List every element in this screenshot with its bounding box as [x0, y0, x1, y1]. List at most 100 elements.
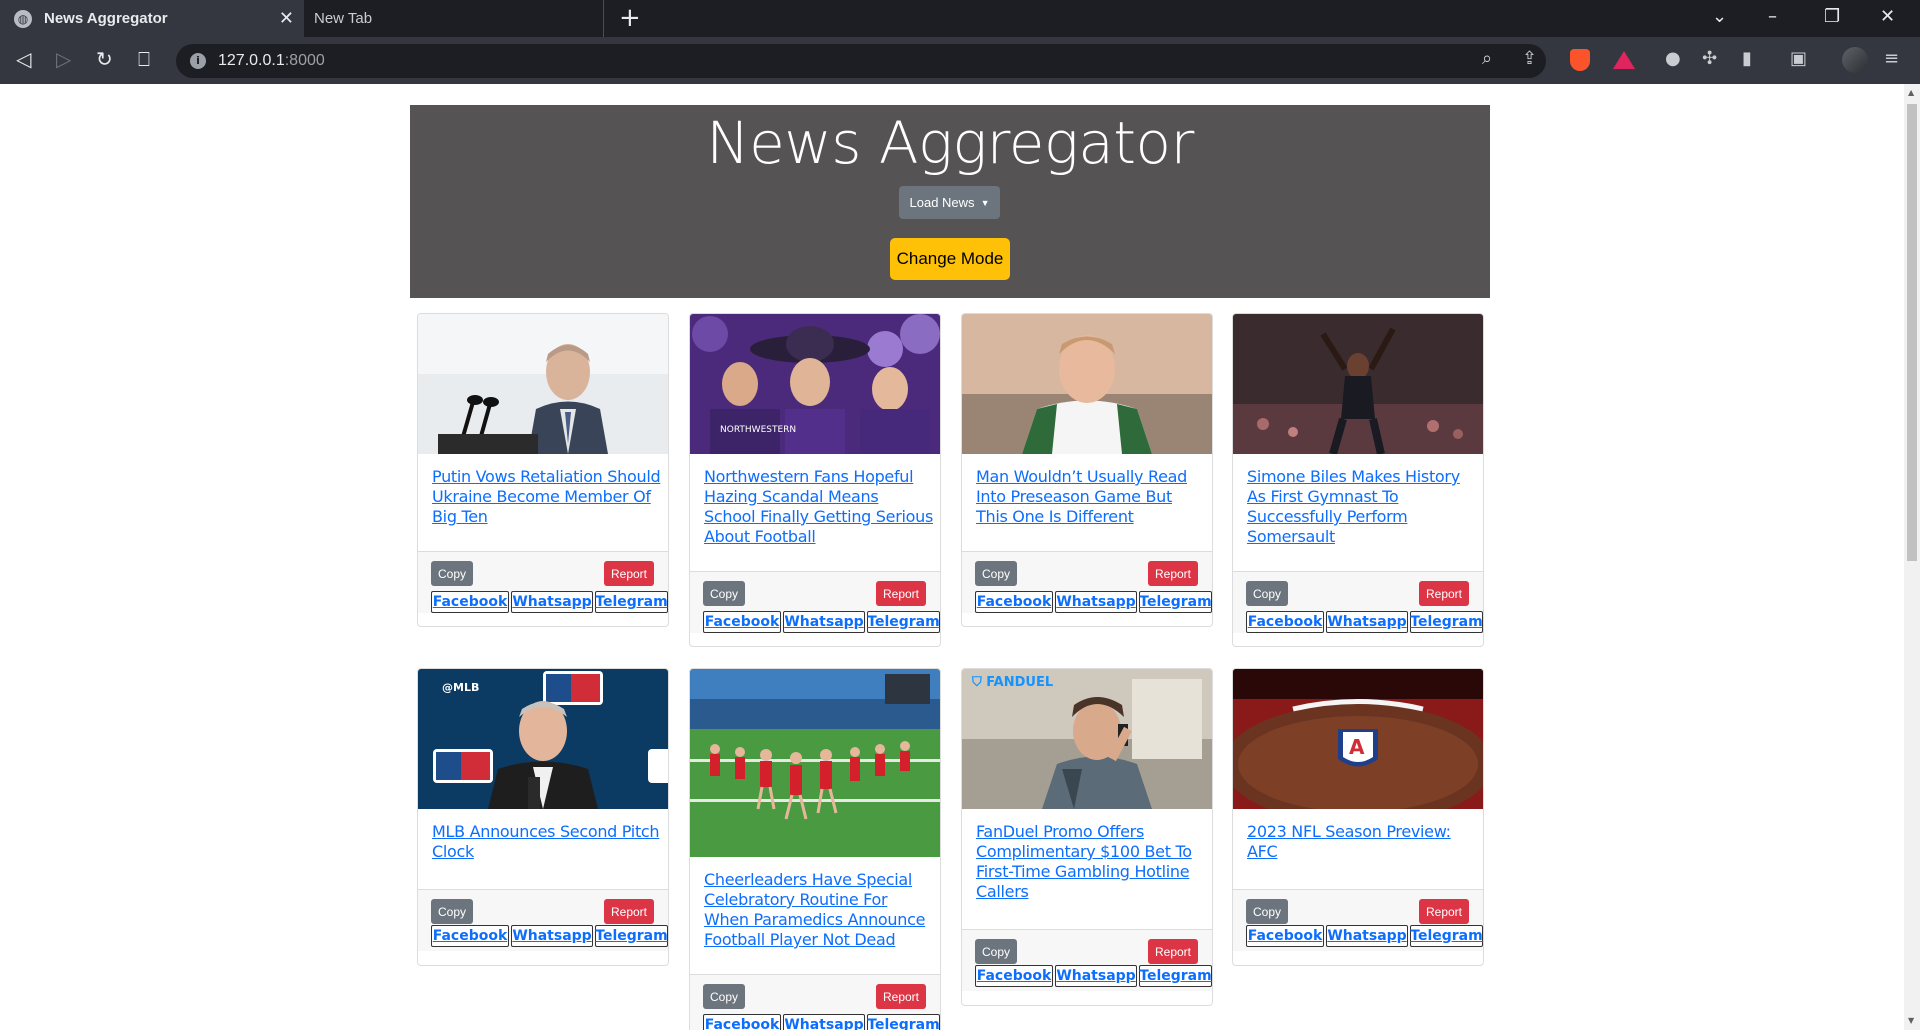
minimize-icon[interactable]: – — [1768, 6, 1777, 27]
share-whatsapp-link[interactable]: Whatsapp — [511, 925, 593, 947]
restore-icon[interactable]: ❐ — [1824, 6, 1840, 27]
tab-news-aggregator[interactable]: ◍ News Aggregator ✕ — [0, 0, 304, 37]
share-facebook-link[interactable]: Facebook — [975, 965, 1053, 987]
copy-button[interactable]: Copy — [431, 899, 473, 924]
share-facebook-link[interactable]: Facebook — [703, 611, 781, 633]
share-telegram-link[interactable]: Telegram — [867, 1014, 940, 1030]
article-link[interactable]: FanDuel Promo Offers Complimentary $100 … — [976, 822, 1206, 902]
site-header: News Aggregator Load News ▼ Change Mode — [410, 105, 1490, 298]
wallet-icon[interactable]: ▣ — [1790, 48, 1807, 69]
report-button[interactable]: Report — [1148, 561, 1198, 586]
page-scrollbar[interactable]: ▲ ▼ — [1904, 84, 1920, 1030]
nfl-football-photo[interactable]: A — [1233, 669, 1483, 809]
share-whatsapp-link[interactable]: Whatsapp — [783, 1014, 865, 1030]
news-card: Man Wouldn’t Usually Read Into Preseason… — [961, 313, 1213, 627]
article-link[interactable]: Northwestern Fans Hopeful Hazing Scandal… — [704, 467, 934, 547]
news-card: @MLB MLB Announces Second Pitch Clock Co… — [417, 668, 669, 966]
man-on-couch-photo[interactable] — [962, 314, 1212, 454]
news-card: Putin Vows Retaliation Should Ukraine Be… — [417, 313, 669, 627]
copy-button[interactable]: Copy — [703, 581, 745, 606]
page-title: News Aggregator — [706, 109, 1194, 177]
load-news-dropdown[interactable]: Load News ▼ — [899, 186, 1000, 219]
report-button[interactable]: Report — [1148, 939, 1198, 964]
article-link[interactable]: Simone Biles Makes History As First Gymn… — [1247, 467, 1477, 547]
profile-avatar[interactable] — [1842, 47, 1868, 73]
image-caption: @MLB — [442, 681, 480, 694]
share-telegram-link[interactable]: Telegram — [595, 591, 668, 613]
scroll-down-arrow-icon[interactable]: ▼ — [1908, 1016, 1914, 1025]
tab-search-chevron-icon[interactable]: ⌄ — [1712, 6, 1727, 27]
cheerleaders-photo[interactable] — [690, 669, 940, 857]
brave-shields-icon[interactable] — [1570, 49, 1590, 71]
share-whatsapp-link[interactable]: Whatsapp — [783, 611, 865, 633]
site-info-icon[interactable]: i — [190, 53, 206, 69]
tab-title: News Aggregator — [44, 10, 168, 27]
share-whatsapp-link[interactable]: Whatsapp — [1055, 591, 1137, 613]
gymnast-photo[interactable] — [1233, 314, 1483, 454]
article-link[interactable]: Putin Vows Retaliation Should Ukraine Be… — [432, 467, 662, 527]
share-whatsapp-link[interactable]: Whatsapp — [1055, 965, 1137, 987]
brave-rewards-icon[interactable] — [1613, 51, 1635, 69]
menu-icon[interactable]: ≡ — [1884, 48, 1899, 69]
article-link[interactable]: Cheerleaders Have Special Celebratory Ro… — [704, 870, 934, 950]
copy-button[interactable]: Copy — [703, 984, 745, 1009]
change-mode-button[interactable]: Change Mode — [890, 238, 1010, 280]
share-telegram-link[interactable]: Telegram — [1410, 925, 1483, 947]
new-tab-plus-icon[interactable]: + — [619, 3, 641, 33]
share-facebook-link[interactable]: Facebook — [1246, 611, 1324, 633]
extensions-icon[interactable]: ✣ — [1702, 48, 1717, 69]
tab-new-tab[interactable]: New Tab — [304, 0, 604, 37]
share-telegram-link[interactable]: Telegram — [1139, 965, 1212, 987]
sidebar-icon[interactable]: ▮ — [1742, 48, 1752, 69]
share-telegram-link[interactable]: Telegram — [595, 925, 668, 947]
copy-button[interactable]: Copy — [1246, 581, 1288, 606]
share-whatsapp-link[interactable]: Whatsapp — [1326, 925, 1408, 947]
news-card: NORTHWESTERN Northwestern Fans Hopeful H… — [689, 313, 941, 647]
scroll-up-arrow-icon[interactable]: ▲ — [1908, 88, 1914, 97]
card-footer: Copy Report Facebook Whatsapp Telegram — [962, 551, 1212, 613]
card-footer: Copy Report Facebook Whatsapp Telegram — [962, 929, 1212, 991]
zoom-icon[interactable]: ⌕ — [1482, 48, 1492, 69]
browser-tab-strip: ◍ News Aggregator ✕ New Tab + ⌄ – ❐ ✕ — [0, 0, 1920, 37]
report-button[interactable]: Report — [876, 581, 926, 606]
share-facebook-link[interactable]: Facebook — [1246, 925, 1324, 947]
report-button[interactable]: Report — [604, 561, 654, 586]
share-whatsapp-link[interactable]: Whatsapp — [1326, 611, 1408, 633]
copy-button[interactable]: Copy — [975, 561, 1017, 586]
report-button[interactable]: Report — [1419, 899, 1469, 924]
share-telegram-link[interactable]: Telegram — [1410, 611, 1483, 633]
reload-icon[interactable]: ↻ — [96, 47, 113, 71]
share-facebook-link[interactable]: Facebook — [431, 925, 509, 947]
bookmark-icon[interactable]: ⎕ — [138, 47, 150, 71]
share-facebook-link[interactable]: Facebook — [703, 1014, 781, 1030]
share-whatsapp-link[interactable]: Whatsapp — [511, 591, 593, 613]
back-icon[interactable]: ◁ — [16, 47, 31, 71]
putin-podium-photo[interactable] — [418, 314, 668, 454]
share-telegram-link[interactable]: Telegram — [1139, 591, 1212, 613]
article-link[interactable]: Man Wouldn’t Usually Read Into Preseason… — [976, 467, 1206, 527]
copy-button[interactable]: Copy — [431, 561, 473, 586]
close-window-icon[interactable]: ✕ — [1880, 6, 1895, 27]
copy-button[interactable]: Copy — [1246, 899, 1288, 924]
fanduel-caller-photo[interactable]: ⛉ FANDUEL — [962, 669, 1212, 809]
forward-icon[interactable]: ▷ — [56, 47, 71, 71]
news-card: Cheerleaders Have Special Celebratory Ro… — [689, 668, 941, 1030]
article-link[interactable]: 2023 NFL Season Preview: AFC — [1247, 822, 1477, 862]
card-footer: Copy Report Facebook Whatsapp Telegram — [690, 974, 940, 1030]
article-link[interactable]: MLB Announces Second Pitch Clock — [432, 822, 662, 862]
close-tab-icon[interactable]: ✕ — [279, 8, 294, 29]
share-facebook-link[interactable]: Facebook — [975, 591, 1053, 613]
share-icon[interactable]: ⇪ — [1522, 48, 1537, 69]
scrollbar-thumb[interactable] — [1907, 104, 1917, 561]
mlb-commissioner-photo[interactable]: @MLB — [418, 669, 668, 809]
news-card: ⛉ FANDUEL FanDuel Promo Offers Complimen… — [961, 668, 1213, 1006]
report-button[interactable]: Report — [1419, 581, 1469, 606]
mic-icon[interactable]: ● — [1665, 48, 1681, 69]
address-bar[interactable]: i 127.0.0.1:8000 — [176, 44, 1546, 78]
share-facebook-link[interactable]: Facebook — [431, 591, 509, 613]
northwestern-fans-photo[interactable]: NORTHWESTERN — [690, 314, 940, 454]
copy-button[interactable]: Copy — [975, 939, 1017, 964]
share-telegram-link[interactable]: Telegram — [867, 611, 940, 633]
report-button[interactable]: Report — [604, 899, 654, 924]
report-button[interactable]: Report — [876, 984, 926, 1009]
